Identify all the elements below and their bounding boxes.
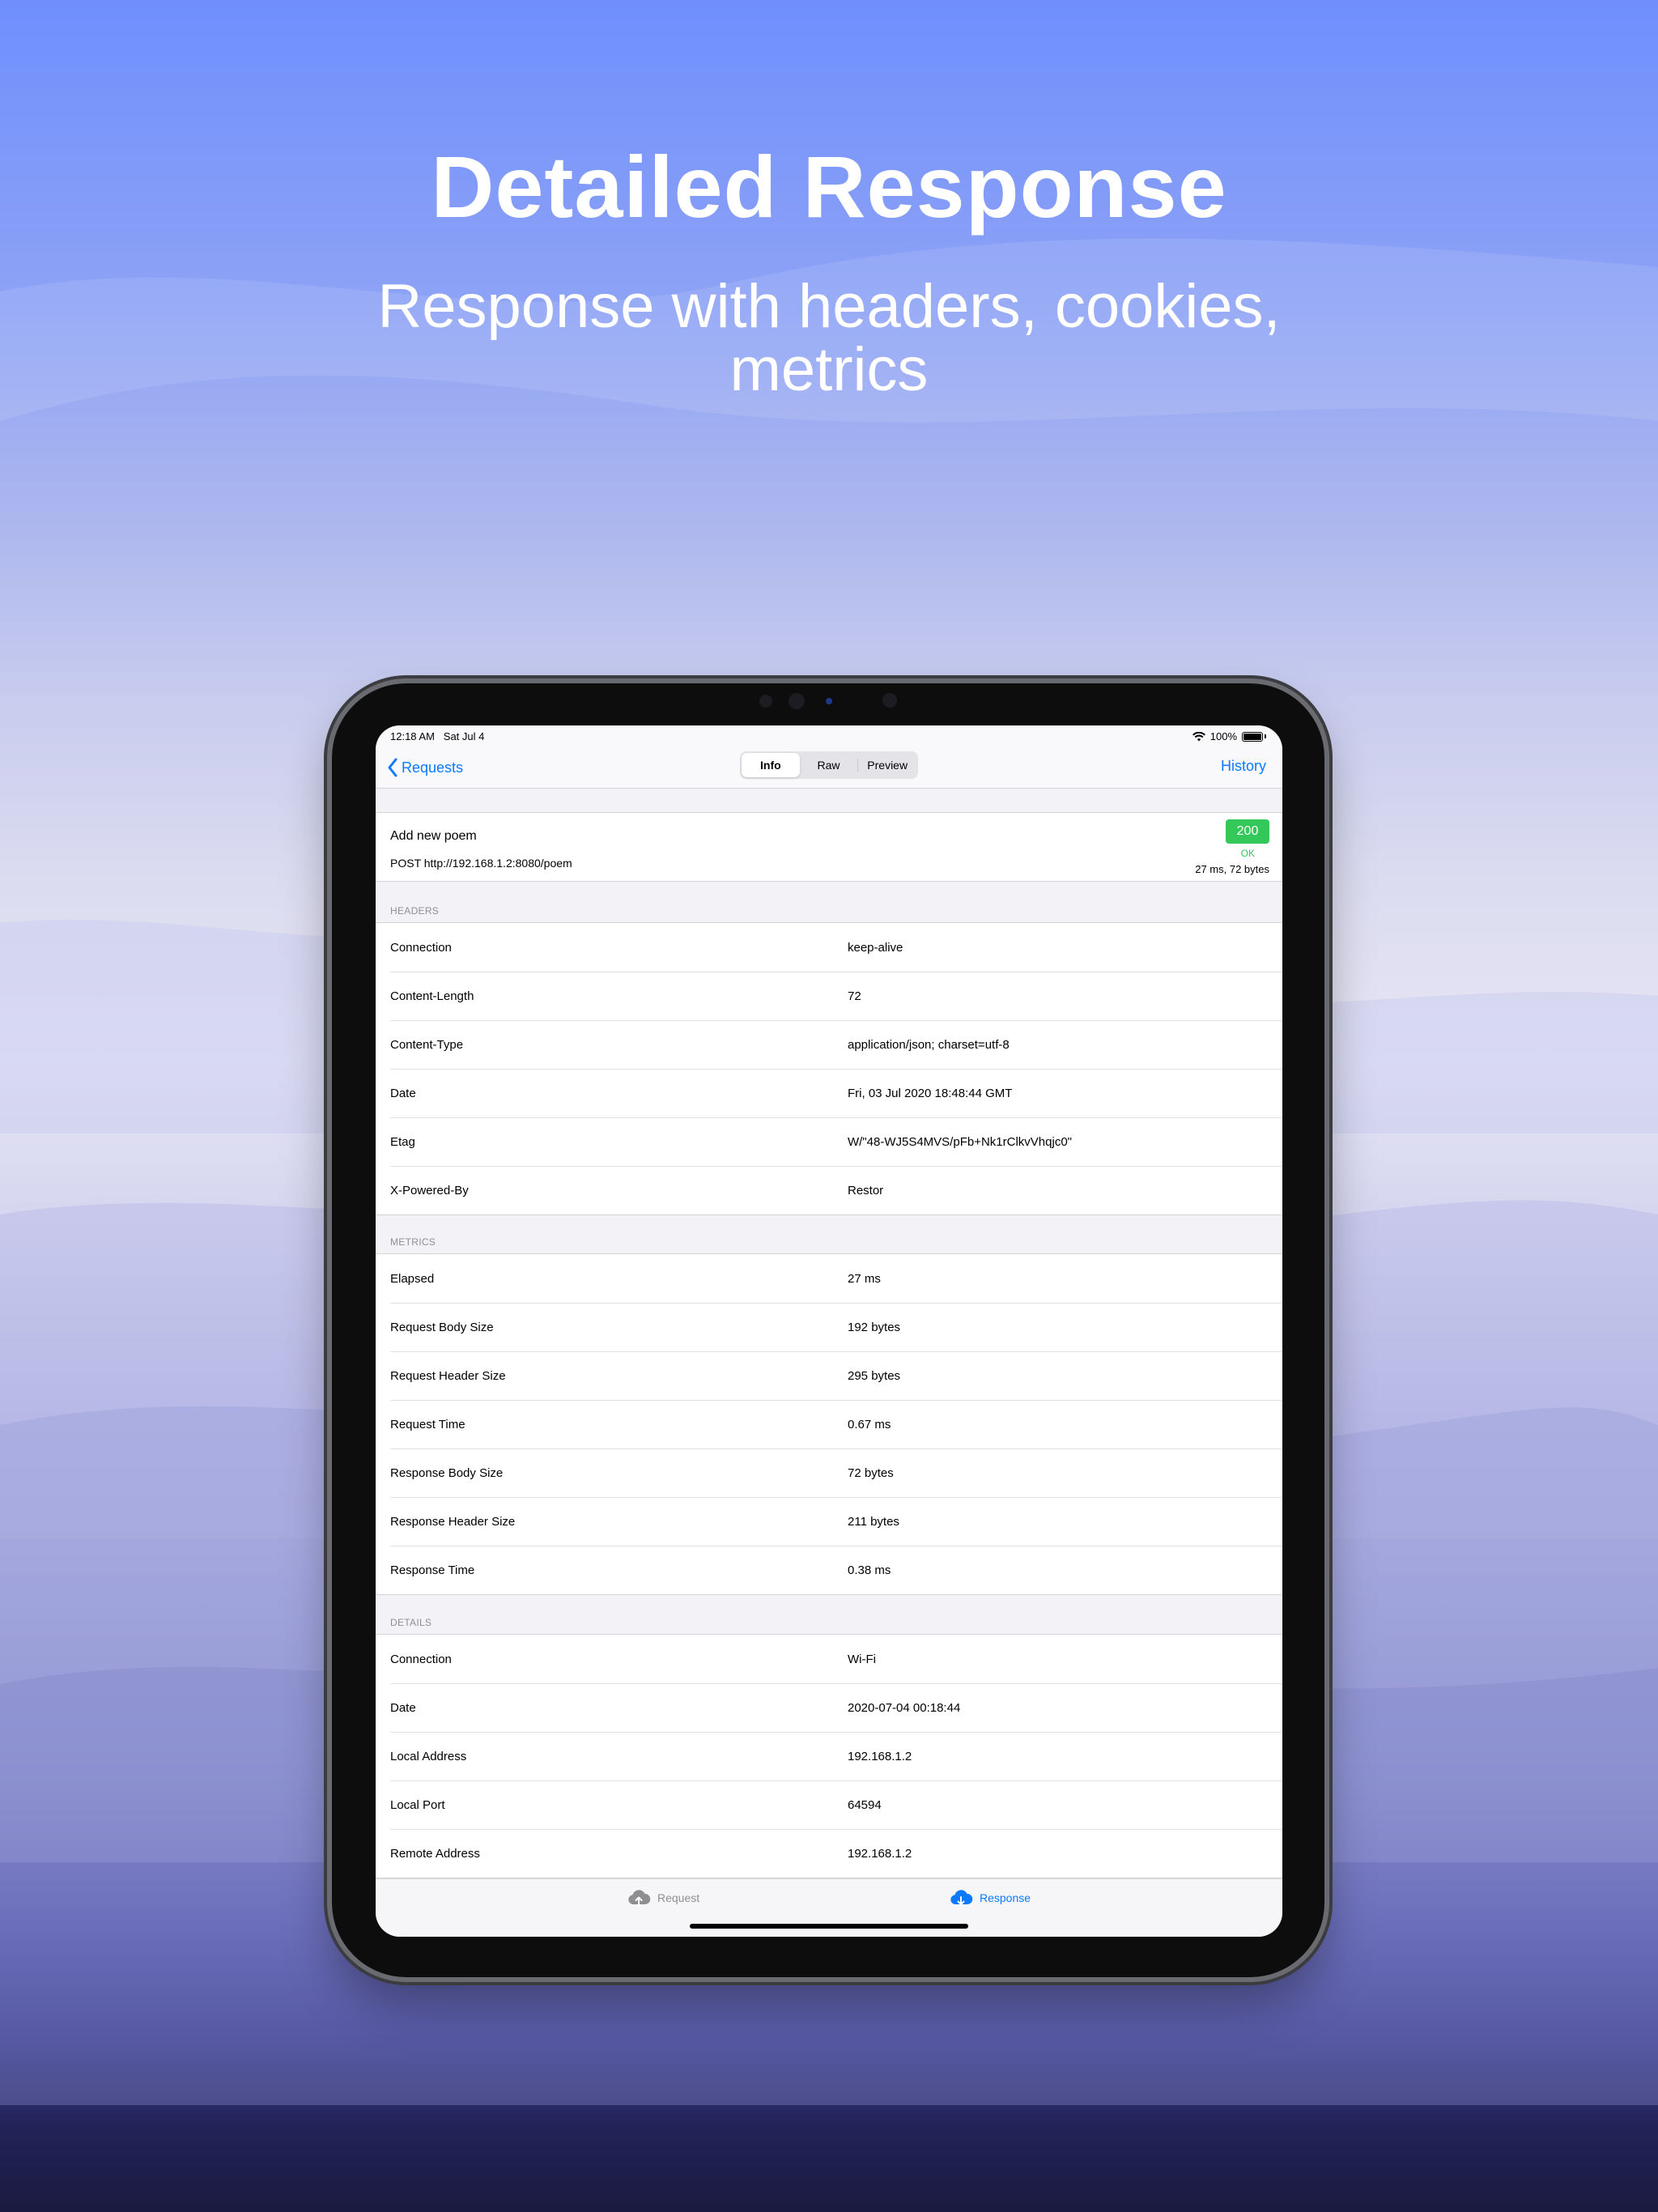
table-row: Response Time 0.38 ms — [376, 1546, 1282, 1594]
row-key: Elapsed — [390, 1271, 435, 1286]
table-row: Local Address 192.168.1.2 — [376, 1732, 1282, 1780]
row-value: 72 — [848, 989, 861, 1003]
home-indicator[interactable] — [690, 1924, 968, 1929]
status-text: OK — [1240, 848, 1255, 859]
battery-percent: 100% — [1209, 730, 1237, 742]
row-value: Fri, 03 Jul 2020 18:48:44 GMT — [848, 1086, 1013, 1100]
row-key: Content-Type — [390, 1037, 464, 1052]
status-time: 12:18 AM — [390, 730, 435, 742]
status-time-date: 12:18 AM Sat Jul 4 — [390, 730, 484, 742]
table-row: Response Header Size 211 bytes — [376, 1497, 1282, 1546]
promo-subtitle: Response with headers, cookies, metrics — [377, 272, 1281, 404]
row-key: Connection — [390, 940, 452, 955]
row-key: Response Time — [390, 1563, 475, 1577]
segment-preview[interactable]: Preview — [858, 753, 916, 777]
row-key: Date — [390, 1086, 416, 1100]
table-row: Content-Length 72 — [376, 972, 1282, 1020]
front-sensor-icon — [882, 693, 897, 708]
row-key: Etag — [390, 1134, 415, 1149]
row-value: 72 bytes — [848, 1465, 894, 1480]
row-key: Content-Length — [390, 989, 474, 1003]
section-label-headers: HEADERS — [390, 905, 440, 917]
row-key: Local Port — [390, 1797, 445, 1812]
table-row: Request Time 0.67 ms — [376, 1400, 1282, 1448]
table-row: Request Header Size 295 bytes — [376, 1351, 1282, 1400]
row-value: 0.38 ms — [848, 1563, 891, 1577]
status-code-badge: 200 — [1226, 819, 1269, 844]
row-value: 295 bytes — [848, 1368, 901, 1383]
response-meta: 27 ms, 72 bytes — [1195, 863, 1269, 875]
promo-title: Detailed Response — [431, 138, 1227, 236]
table-row: Connection Wi-Fi — [376, 1635, 1282, 1683]
front-sensor-icon — [826, 698, 832, 704]
row-value: Restor — [848, 1183, 884, 1197]
table-row: Elapsed 27 ms — [376, 1254, 1282, 1303]
table-row: Remote Address 192.168.1.2 — [376, 1829, 1282, 1878]
view-segmented-control: Info Raw Preview — [740, 751, 918, 779]
status-indicators: 100% — [1192, 730, 1266, 742]
request-name: Add new poem — [390, 829, 477, 843]
row-value: Wi-Fi — [848, 1652, 876, 1666]
response-summary: Add new poem POST http://192.168.1.2:808… — [376, 812, 1282, 882]
chevron-left-icon — [388, 758, 397, 777]
row-value: 192.168.1.2 — [848, 1749, 912, 1763]
section-label-details: DETAILS — [390, 1617, 432, 1628]
row-key: Response Header Size — [390, 1514, 516, 1529]
cloud-download-icon — [950, 1890, 973, 1905]
row-value: 211 bytes — [848, 1514, 899, 1529]
battery-tip-icon — [1265, 734, 1266, 738]
metrics-group: Elapsed 27 ms Request Body Size 192 bytes … — [376, 1253, 1282, 1595]
row-key: Local Address — [390, 1749, 467, 1763]
row-value: application/json; charset=utf-8 — [848, 1037, 1010, 1052]
front-sensor-icon — [789, 693, 805, 709]
table-row: Date 2020-07-04 00:18:44 — [376, 1683, 1282, 1732]
front-camera-icon — [759, 695, 772, 708]
history-button[interactable]: History — [1221, 758, 1266, 775]
row-value: 64594 — [848, 1797, 882, 1812]
row-value: 192 bytes — [848, 1320, 901, 1334]
row-key: Request Time — [390, 1417, 466, 1431]
status-date: Sat Jul 4 — [443, 730, 485, 742]
row-value: 192.168.1.2 — [848, 1846, 912, 1861]
wifi-icon — [1192, 731, 1205, 741]
status-bar: 12:18 AM Sat Jul 4 100% — [376, 725, 1282, 745]
row-key: X-Powered-By — [390, 1183, 469, 1197]
segment-raw[interactable]: Raw — [800, 753, 858, 777]
tab-response[interactable]: Response — [949, 1889, 1031, 1907]
section-label-metrics: METRICS — [390, 1236, 436, 1248]
back-button-label: Requests — [402, 759, 464, 776]
request-method-url: POST http://192.168.1.2:8080/poem — [390, 857, 572, 870]
row-key: Connection — [390, 1652, 452, 1666]
table-row: Connection keep-alive — [376, 923, 1282, 972]
tab-response-label: Response — [980, 1891, 1031, 1904]
navigation-bar: Requests Info Raw Preview History — [376, 745, 1282, 789]
row-key: Remote Address — [390, 1846, 480, 1861]
row-value: 0.67 ms — [848, 1417, 891, 1431]
row-value: W/"48-WJ5S4MVS/pFb+Nk1rClkvVhqjc0" — [848, 1134, 1072, 1149]
tab-request-label: Request — [657, 1891, 700, 1904]
row-value: 2020-07-04 00:18:44 — [848, 1700, 961, 1715]
table-row: Response Body Size 72 bytes — [376, 1448, 1282, 1497]
row-key: Response Body Size — [390, 1465, 504, 1480]
row-value: 27 ms — [848, 1271, 881, 1286]
battery-icon — [1242, 731, 1263, 742]
row-key: Date — [390, 1700, 416, 1715]
table-row: Etag W/"48-WJ5S4MVS/pFb+Nk1rClkvVhqjc0" — [376, 1117, 1282, 1166]
row-value: keep-alive — [848, 940, 903, 955]
row-key: Request Header Size — [390, 1368, 506, 1383]
details-group: Connection Wi-Fi Date 2020-07-04 00:18:44 … — [376, 1634, 1282, 1878]
headers-group: Connection keep-alive Content-Length 72 Co… — [376, 922, 1282, 1215]
tab-request[interactable]: Request — [627, 1889, 699, 1907]
row-key: Request Body Size — [390, 1320, 494, 1334]
table-row: Content-Type application/json; charset=ut… — [376, 1020, 1282, 1069]
table-row: Local Port 64594 — [376, 1780, 1282, 1829]
back-button[interactable]: Requests — [387, 758, 463, 777]
table-row: Request Body Size 192 bytes — [376, 1303, 1282, 1351]
segment-info[interactable]: Info — [742, 753, 800, 777]
table-row: Date Fri, 03 Jul 2020 18:48:44 GMT — [376, 1069, 1282, 1117]
device-screen: 12:18 AM Sat Jul 4 100% Requests Info Ra… — [376, 725, 1282, 1937]
table-row: X-Powered-By Restor — [376, 1166, 1282, 1214]
cloud-upload-icon — [628, 1890, 651, 1906]
